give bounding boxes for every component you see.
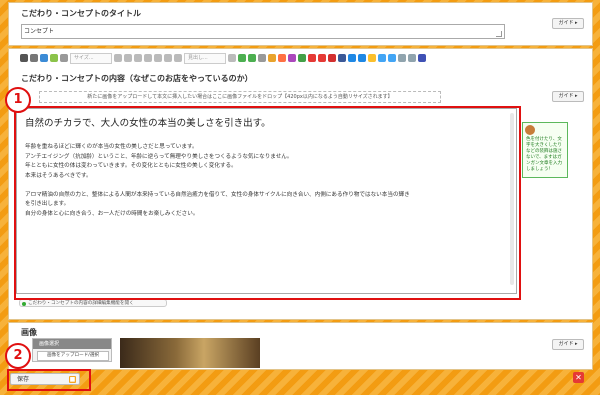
redo-icon[interactable] [388, 54, 396, 62]
image-dropzone[interactable]: 新たに画像をアップロードして本文に挿入したい場合はここに画像ファイルをドロップ【… [39, 91, 441, 103]
title-input[interactable]: コンセプト [21, 24, 505, 39]
highlight-box-editor [14, 106, 521, 300]
title-guide-button[interactable]: ガイド ▸ [552, 18, 584, 29]
color-icon[interactable] [164, 54, 172, 62]
image-select-label: 画像選択 [33, 339, 111, 349]
quote-icon[interactable] [268, 54, 276, 62]
link-icon[interactable] [40, 54, 48, 62]
align-left-icon[interactable] [114, 54, 122, 62]
link2-icon[interactable] [248, 54, 256, 62]
trash-icon[interactable]: ✕ [573, 372, 584, 383]
picture-icon[interactable] [278, 54, 286, 62]
editor-toolbar: サイズ... 見出し... [20, 52, 550, 64]
video-icon[interactable] [318, 54, 326, 62]
image-section-label: 画像 [21, 328, 37, 337]
bold-icon[interactable] [20, 54, 28, 62]
pin-icon[interactable] [308, 54, 316, 62]
anchor-icon[interactable] [238, 54, 246, 62]
image-upload-button[interactable]: 画像をアップロード/選択 [37, 351, 109, 361]
attach-icon[interactable] [228, 54, 236, 62]
indent-icon[interactable] [154, 54, 162, 62]
unlink-icon[interactable] [258, 54, 266, 62]
writing-tip: 色を付けたり、文字を大きくしたりなどの装飾は施さないで、ますはガンガン文章を入力… [522, 122, 568, 178]
undo-icon[interactable] [378, 54, 386, 62]
title-section-label: こだわり・コンセプトのタイトル [21, 9, 141, 18]
marker-2: 2 [5, 343, 31, 369]
title-section: こだわり・コンセプトのタイトル ガイド ▸ コンセプト [8, 2, 593, 46]
tip-text: 色を付けたり、文字を大きくしたりなどの装飾は施さないで、ますはガンガン文章を入力… [526, 137, 562, 172]
list-icon[interactable] [144, 54, 152, 62]
tip-avatar-icon [525, 125, 535, 135]
align-center-icon[interactable] [124, 54, 132, 62]
source-icon[interactable] [398, 54, 406, 62]
gallery-icon[interactable] [288, 54, 296, 62]
content-section-label: こだわり・コンセプトの内容（なぜこのお店をやっているのか） [21, 74, 253, 83]
detail-edit-toggle-label: こだわり・コンセプトの内容の詳細編集機能を開く [28, 301, 134, 306]
page-background: こだわり・コンセプトのタイトル ガイド ▸ コンセプト こだわり・コンセプトの内… [0, 0, 600, 395]
social-icon[interactable] [338, 54, 346, 62]
highlight-box-save [7, 369, 91, 391]
title-input-value: コンセプト [24, 28, 55, 35]
image-preview [120, 338, 260, 368]
image-guide-button[interactable]: ガイド ▸ [552, 339, 584, 350]
align-right-icon[interactable] [134, 54, 142, 62]
image-icon[interactable] [50, 54, 58, 62]
fullscreen-icon[interactable] [408, 54, 416, 62]
content-guide-button[interactable]: ガイド ▸ [552, 91, 584, 102]
map-icon[interactable] [298, 54, 306, 62]
youtube-icon[interactable] [328, 54, 336, 62]
size-select[interactable]: サイズ... [70, 52, 112, 64]
detail-edit-toggle[interactable]: こだわり・コンセプトの内容の詳細編集機能を開く [19, 299, 167, 307]
marker-1: 1 [5, 87, 31, 113]
star-icon[interactable] [368, 54, 376, 62]
plus-icon [22, 302, 26, 306]
heading-select[interactable]: 見出し... [184, 52, 226, 64]
font-icon[interactable] [60, 54, 68, 62]
grid-icon[interactable] [358, 54, 366, 62]
italic-icon[interactable] [30, 54, 38, 62]
help-icon[interactable] [418, 54, 426, 62]
calendar-icon[interactable] [348, 54, 356, 62]
resize-handle-icon[interactable] [496, 31, 502, 37]
image-select-box: 画像選択 画像をアップロード/選択 [32, 338, 112, 362]
table-icon[interactable] [174, 54, 182, 62]
